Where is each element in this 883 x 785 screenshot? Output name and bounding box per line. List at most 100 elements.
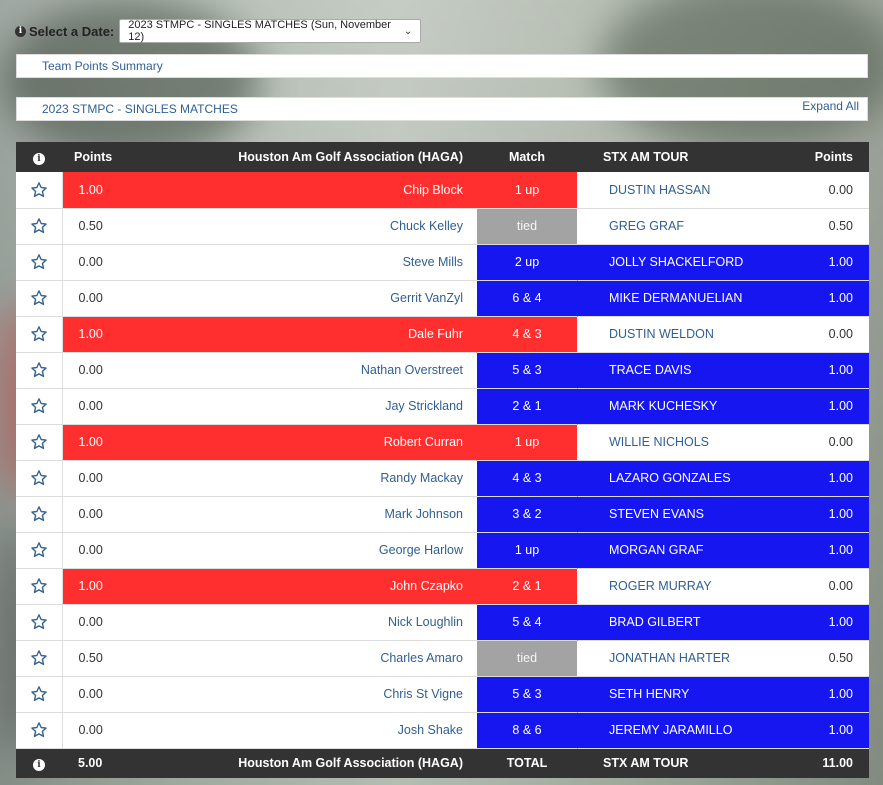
favorite-star[interactable] <box>16 316 63 352</box>
right-player[interactable]: JOLLY SHACKELFORD <box>577 244 769 280</box>
match-result[interactable]: 1 up <box>465 424 577 460</box>
match-result[interactable]: 1 up <box>477 532 589 568</box>
left-player[interactable]: Charles Amaro <box>152 640 477 676</box>
date-select-value: 2023 STMPC - SINGLES MATCHES (Sun, Novem… <box>128 19 391 43</box>
left-player[interactable]: Jay Strickland <box>152 388 477 424</box>
left-player[interactable]: Robert Curran <box>152 424 477 460</box>
match-row: 0.00 Mark Johnson 3 & 2 STEVEN EVANS 1.00 <box>16 496 869 532</box>
right-player[interactable]: DUSTIN HASSAN <box>577 172 769 208</box>
favorite-star[interactable] <box>16 352 63 388</box>
right-player[interactable]: GREG GRAF <box>577 208 769 244</box>
match-result[interactable]: 2 & 1 <box>465 568 577 604</box>
left-player[interactable]: George Harlow <box>152 532 477 568</box>
left-player[interactable]: Chris St Vigne <box>152 676 477 712</box>
left-player[interactable]: Gerrit VanZyl <box>152 280 477 316</box>
favorite-star[interactable] <box>16 172 63 208</box>
right-player[interactable]: MIKE DERMANUELIAN <box>577 280 769 316</box>
favorite-star[interactable] <box>16 244 63 280</box>
left-points: 0.00 <box>78 507 103 521</box>
right-player[interactable]: DUSTIN WELDON <box>577 316 769 352</box>
match-result[interactable]: tied <box>477 208 577 244</box>
favorite-star[interactable] <box>16 568 63 604</box>
left-points: 0.00 <box>78 543 103 557</box>
favorite-star[interactable] <box>16 532 63 568</box>
match-result[interactable]: 5 & 3 <box>477 352 589 388</box>
left-points: 1.00 <box>62 316 152 352</box>
right-points: 0.00 <box>828 182 853 197</box>
left-player[interactable]: John Czapko <box>152 568 477 604</box>
team-points-summary-link[interactable]: Team Points Summary <box>42 59 163 73</box>
date-select[interactable]: 2023 STMPC - SINGLES MATCHES (Sun, Novem… <box>119 19 422 43</box>
right-player[interactable]: WILLIE NICHOLS <box>577 424 769 460</box>
match-result[interactable]: 4 & 3 <box>465 316 577 352</box>
left-player[interactable]: Randy Mackay <box>152 460 477 496</box>
right-points: 0.50 <box>828 219 853 233</box>
left-player[interactable]: Mark Johnson <box>152 496 477 532</box>
favorite-star[interactable] <box>16 208 63 244</box>
expand-all-link[interactable]: Expand All <box>802 99 859 113</box>
match-result[interactable]: 2 & 1 <box>477 388 589 424</box>
favorite-star[interactable] <box>16 676 63 712</box>
left-points: 0.00 <box>78 471 103 485</box>
left-player[interactable]: Chip Block <box>152 172 477 208</box>
favorite-star[interactable] <box>16 424 63 460</box>
team-points-summary-bar[interactable]: Team Points Summary <box>16 54 868 78</box>
left-player[interactable]: Steve Mills <box>152 244 477 280</box>
match-result[interactable]: 4 & 3 <box>477 460 589 496</box>
match-row: 0.00 Jay Strickland 2 & 1 MARK KUCHESKY 1.00 <box>16 388 869 424</box>
star-icon <box>30 650 48 666</box>
favorite-star[interactable] <box>16 280 63 316</box>
favorite-star[interactable] <box>16 496 63 532</box>
match-row: 1.00 John Czapko 2 & 1 ROGER MURRAY 0.00 <box>16 568 869 604</box>
match-result[interactable]: 1 up <box>465 172 577 208</box>
left-player[interactable]: Nick Loughlin <box>152 604 477 640</box>
match-result[interactable]: 5 & 3 <box>477 676 589 712</box>
right-points: 1.00 <box>769 280 869 316</box>
match-result[interactable]: tied <box>477 640 577 676</box>
footer-info: i <box>16 748 62 778</box>
right-points: 0.00 <box>828 435 853 449</box>
right-player[interactable]: JONATHAN HARTER <box>577 640 769 676</box>
star-icon <box>30 398 48 414</box>
date-selector-row: i Select a Date: 2023 STMPC - SINGLES MA… <box>15 18 422 44</box>
right-player[interactable]: ROGER MURRAY <box>577 568 769 604</box>
match-result[interactable]: 6 & 4 <box>477 280 589 316</box>
left-player[interactable]: Nathan Overstreet <box>152 352 477 388</box>
left-points: 0.00 <box>78 363 103 377</box>
favorite-star[interactable] <box>16 604 63 640</box>
left-points: 0.00 <box>78 255 103 269</box>
star-icon <box>30 506 48 522</box>
date-selector-label: Select a Date: <box>29 23 115 39</box>
match-result[interactable]: 8 & 6 <box>477 712 589 748</box>
right-points: 1.00 <box>769 496 869 532</box>
favorite-star[interactable] <box>16 460 63 496</box>
favorite-star[interactable] <box>16 712 63 748</box>
right-player[interactable]: MORGAN GRAF <box>577 532 769 568</box>
left-points: 0.00 <box>78 399 103 413</box>
match-result[interactable]: 3 & 2 <box>477 496 589 532</box>
right-player[interactable]: MARK KUCHESKY <box>577 388 769 424</box>
right-player[interactable]: SETH HENRY <box>577 676 769 712</box>
match-result[interactable]: 2 up <box>477 244 589 280</box>
matches-table: i Points Houston Am Golf Association (HA… <box>16 142 869 778</box>
star-icon <box>30 614 48 630</box>
right-points: 0.00 <box>828 579 853 593</box>
table-header: i Points Houston Am Golf Association (HA… <box>16 142 869 172</box>
match-result[interactable]: 5 & 4 <box>477 604 589 640</box>
footer-right-total: 11.00 <box>769 748 869 778</box>
right-player[interactable]: BRAD GILBERT <box>577 604 769 640</box>
right-player[interactable]: JEREMY JARAMILLO <box>577 712 769 748</box>
right-player[interactable]: LAZARO GONZALES <box>577 460 769 496</box>
left-player[interactable]: Chuck Kelley <box>152 208 477 244</box>
right-player[interactable]: STEVEN EVANS <box>577 496 769 532</box>
match-row: 1.00 Chip Block 1 up DUSTIN HASSAN 0.00 <box>16 172 869 208</box>
section-title[interactable]: 2023 STMPC - SINGLES MATCHES <box>42 102 238 116</box>
left-player[interactable]: Josh Shake <box>152 712 477 748</box>
favorite-star[interactable] <box>16 640 63 676</box>
header-right-team: STX AM TOUR <box>577 142 769 172</box>
matches-body: 1.00 Chip Block 1 up DUSTIN HASSAN 0.00 0.50 C… <box>16 172 869 748</box>
right-player[interactable]: TRACE DAVIS <box>577 352 769 388</box>
star-icon <box>30 686 48 702</box>
left-player[interactable]: Dale Fuhr <box>152 316 477 352</box>
favorite-star[interactable] <box>16 388 63 424</box>
